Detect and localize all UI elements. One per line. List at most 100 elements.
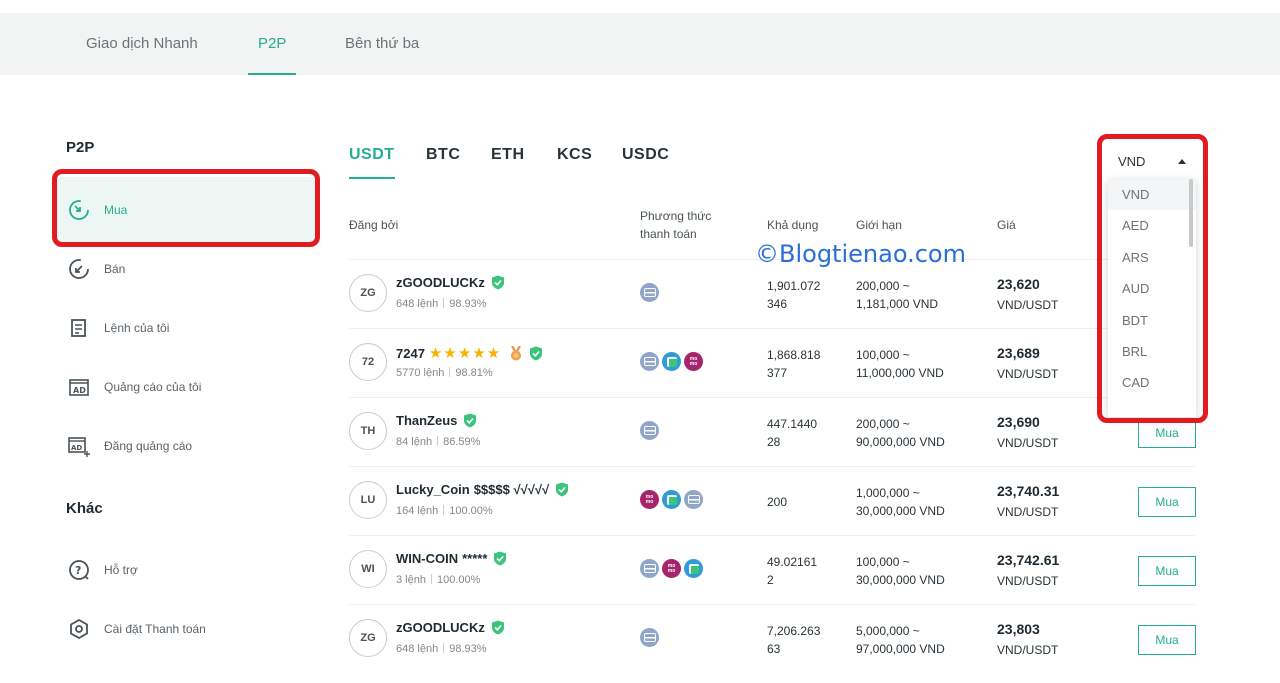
trader-name[interactable]: Lucky_Coin $$$$$ √√√√√ xyxy=(396,482,569,497)
limit-min: 5,000,000 ~ xyxy=(856,624,920,638)
price-unit: VND/USDT xyxy=(997,367,1059,381)
sidebar-item-buy[interactable]: Mua xyxy=(56,177,316,243)
avatar[interactable]: ZG xyxy=(349,274,387,312)
header-limit: Giới hạn xyxy=(856,218,902,232)
completion-rate: 98.93% xyxy=(449,643,487,655)
post-ad-icon: AD xyxy=(68,437,90,457)
order-count: 5770 lệnh xyxy=(396,367,445,379)
limit-max: 30,000,000 VND xyxy=(856,504,945,518)
buy-button[interactable]: Mua xyxy=(1138,418,1196,448)
bank-transfer-icon xyxy=(640,559,659,578)
momo-icon: mo mo xyxy=(684,352,703,371)
currency-selected: VND xyxy=(1118,153,1146,169)
coin-tab-usdt[interactable]: USDT xyxy=(349,146,395,179)
buy-button[interactable]: Mua xyxy=(1138,625,1196,655)
bank-transfer-icon xyxy=(684,490,703,509)
sidebar-heading-other: Khác xyxy=(66,500,103,517)
trader-stats: 5770 lệnh 98.81% xyxy=(396,367,493,379)
sidebar-item-help[interactable]: ? Hỗ trợ xyxy=(56,537,316,603)
tab-third-party[interactable]: Bên thứ ba xyxy=(345,13,419,75)
available-line: 447.1440 xyxy=(767,417,818,431)
order-count: 84 lệnh xyxy=(396,436,433,448)
currency-option[interactable]: BRL xyxy=(1108,336,1196,367)
sidebar-item-payment-settings[interactable]: Cài đặt Thanh toán xyxy=(56,596,316,662)
available-amount: 7,206.263 63 xyxy=(767,622,820,658)
tab-quick-trade[interactable]: Giao dịch Nhanh xyxy=(86,13,198,75)
verified-icon xyxy=(491,620,504,635)
verified-icon xyxy=(530,346,543,360)
wallet-icon xyxy=(662,490,681,509)
bank-transfer-icon xyxy=(640,283,659,302)
available-line: 28 xyxy=(767,435,781,449)
table-row: 72 7247 ★★★★★ 5770 lệnh 98.81% mo mo 1,868.818 3… xyxy=(349,328,1196,397)
limit-max: 97,000,000 VND xyxy=(856,642,945,656)
sidebar-item-my-ads[interactable]: AD Quảng cáo của tôi xyxy=(56,354,316,420)
trader-name-text: WIN-COIN xyxy=(396,551,459,566)
price-unit: VND/USDT xyxy=(997,298,1059,312)
buy-button[interactable]: Mua xyxy=(1138,556,1196,586)
top-nav: Giao dịch Nhanh P2P Bên thứ ba xyxy=(0,13,1280,75)
trader-stats: 164 lệnh 100.00% xyxy=(396,505,493,517)
wallet-icon xyxy=(662,352,681,371)
limit-max: 1,181,000 VND xyxy=(856,297,939,311)
avatar[interactable]: 72 xyxy=(349,343,387,381)
trader-stats: 84 lệnh 86.59% xyxy=(396,436,480,448)
limit-range: 200,000 ~ 90,000,000 VND xyxy=(856,415,945,451)
price: 23,803 xyxy=(997,621,1040,637)
trader-name[interactable]: ThanZeus xyxy=(396,413,477,428)
available-amount: 1,868.818 377 xyxy=(767,346,820,382)
trader-name[interactable]: zGOODLUCKz xyxy=(396,620,505,635)
avatar[interactable]: LU xyxy=(349,481,387,519)
available-line: 63 xyxy=(767,642,781,656)
coin-tab-usdc[interactable]: USDC xyxy=(622,146,669,164)
orders-icon xyxy=(71,319,86,337)
coin-tab-btc[interactable]: BTC xyxy=(426,146,460,164)
dropdown-scrollbar[interactable] xyxy=(1189,179,1193,247)
caret-up-icon xyxy=(1178,159,1186,164)
currency-option[interactable]: AED xyxy=(1108,210,1196,241)
limit-range: 100,000 ~ 11,000,000 VND xyxy=(856,346,944,382)
currency-option[interactable]: AUD xyxy=(1108,273,1196,304)
coin-tab-eth[interactable]: ETH xyxy=(491,146,525,164)
sidebar-item-post-ad[interactable]: AD Đăng quảng cáo xyxy=(56,413,316,479)
sidebar-item-sell[interactable]: Bán xyxy=(56,236,316,302)
currency-option[interactable]: BDT xyxy=(1108,305,1196,336)
avatar[interactable]: WI xyxy=(349,550,387,588)
sidebar-item-label: Mua xyxy=(104,203,128,217)
currency-select[interactable]: VND xyxy=(1108,145,1196,177)
bank-transfer-icon xyxy=(640,421,659,440)
currency-option[interactable]: CAD xyxy=(1108,367,1196,398)
trader-name[interactable]: zGOODLUCKz xyxy=(396,275,505,290)
avatar[interactable]: ZG xyxy=(349,619,387,657)
trader-stats: 648 lệnh 98.93% xyxy=(396,643,487,655)
available-line: 2 xyxy=(767,573,774,587)
trader-stats: 3 lệnh 100.00% xyxy=(396,574,480,586)
medal-icon xyxy=(511,345,522,360)
limit-max: 11,000,000 VND xyxy=(856,366,944,380)
limit-min: 200,000 ~ xyxy=(856,279,910,293)
price: 23,689 xyxy=(997,345,1040,361)
coin-tab-kcs[interactable]: KCS xyxy=(557,146,592,164)
currency-option[interactable]: VND xyxy=(1108,179,1196,211)
trader-stats: 648 lệnh 98.93% xyxy=(396,298,487,310)
price-unit: VND/USDT xyxy=(997,436,1059,450)
trader-name[interactable]: 7247 ★★★★★ xyxy=(396,344,543,362)
watermark: ©Blogtienao.com xyxy=(755,240,966,268)
table-row: LU Lucky_Coin $$$$$ √√√√√ 164 lệnh 100.00% mo… xyxy=(349,466,1196,535)
price-unit: VND/USDT xyxy=(997,643,1059,657)
trader-name[interactable]: WIN-COIN ***** xyxy=(396,551,507,566)
available-line: 49.02161 xyxy=(767,555,818,569)
help-icon: ? xyxy=(69,560,89,580)
price: 23,742.61 xyxy=(997,552,1060,568)
currency-option[interactable]: ARS xyxy=(1108,242,1196,273)
momo-icon: mo mo xyxy=(640,490,659,509)
tab-p2p[interactable]: P2P xyxy=(247,13,297,75)
table-row: TH ThanZeus 84 lệnh 86.59% 447.1440 28 200,000… xyxy=(349,397,1196,466)
buy-button[interactable]: Mua xyxy=(1138,487,1196,517)
limit-range: 200,000 ~ 1,181,000 VND xyxy=(856,277,938,313)
bank-transfer-icon xyxy=(640,352,659,371)
sidebar-item-my-orders[interactable]: Lệnh của tôi xyxy=(56,295,316,361)
avatar[interactable]: TH xyxy=(349,412,387,450)
price-unit: VND/USDT xyxy=(997,574,1059,588)
limit-max: 90,000,000 VND xyxy=(856,435,945,449)
